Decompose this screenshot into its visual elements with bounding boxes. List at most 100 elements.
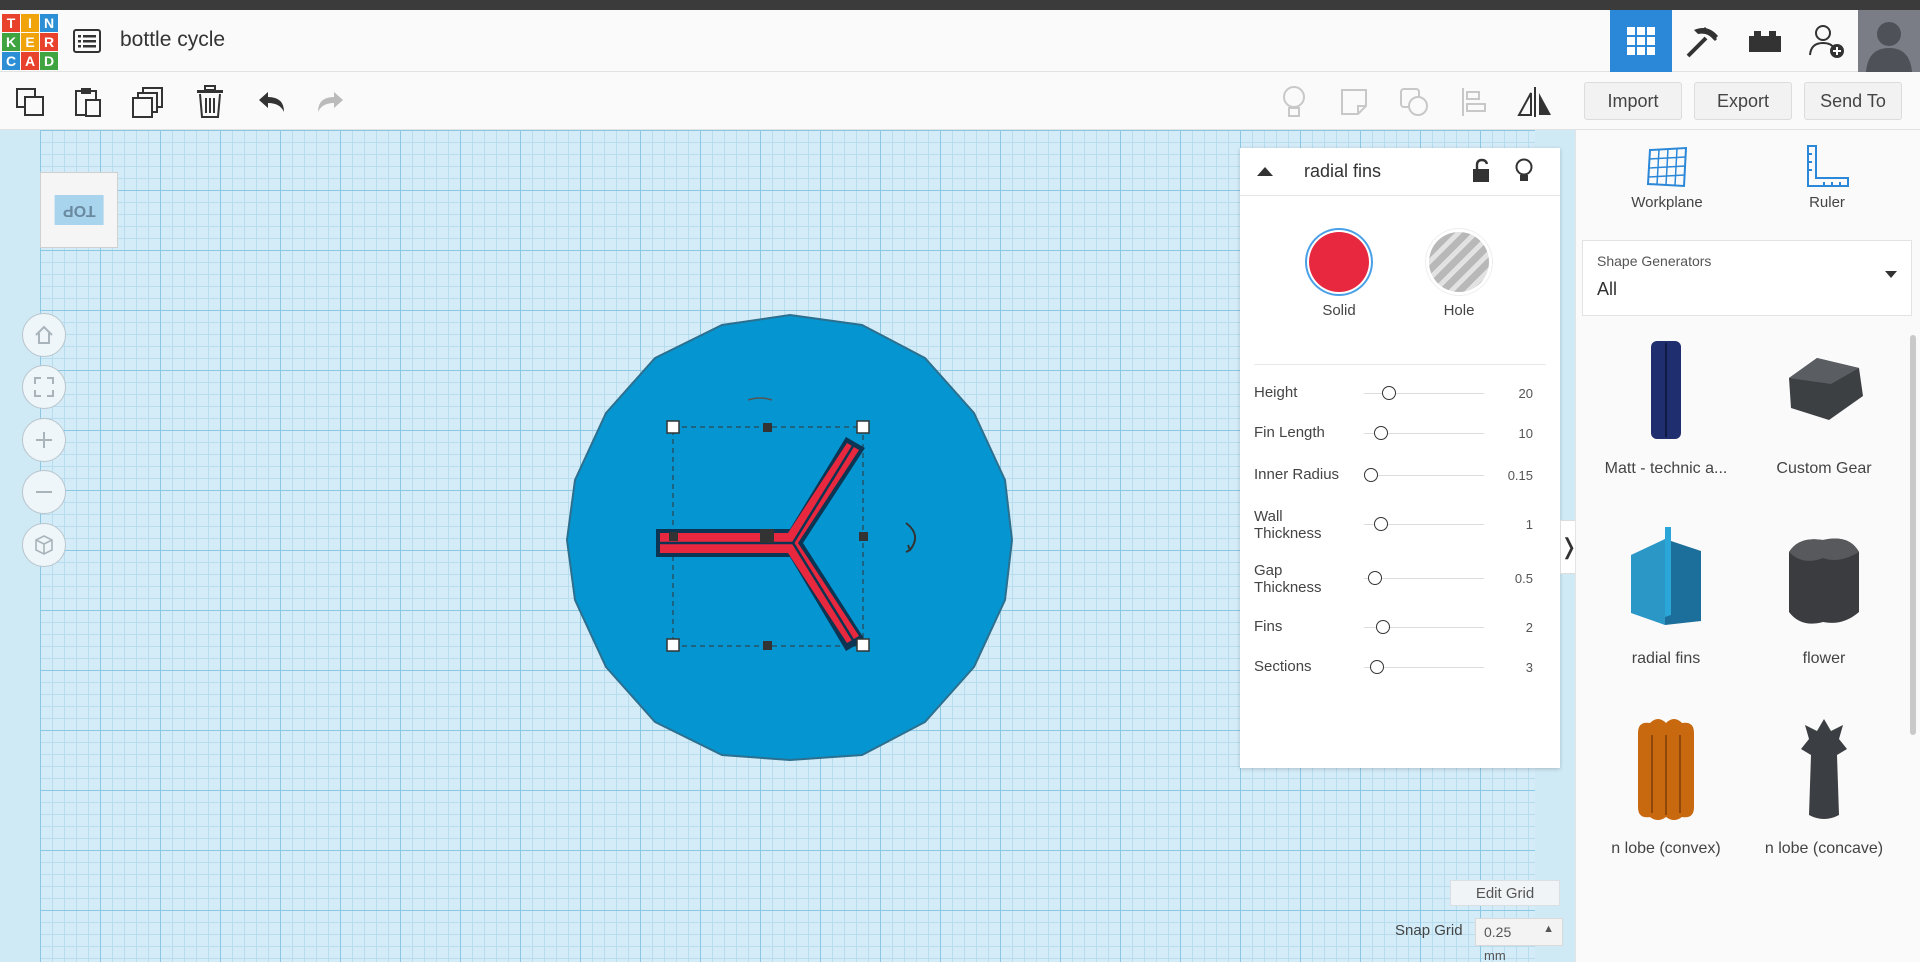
- shape-thumbnail[interactable]: [1586, 520, 1746, 640]
- shape-label: radial fins: [1631, 650, 1701, 667]
- param-label: Sections: [1254, 658, 1312, 675]
- copy-icon[interactable]: [10, 82, 50, 122]
- param-value[interactable]: 0.15: [1508, 468, 1533, 483]
- duplicate-icon[interactable]: [128, 82, 168, 122]
- param-label: Fins: [1254, 618, 1283, 635]
- mirror-icon[interactable]: [1515, 82, 1555, 122]
- param-label: Fin Length: [1254, 424, 1325, 441]
- param-label: Inner Radius: [1254, 466, 1340, 483]
- logo-letter: T: [2, 14, 20, 32]
- shape-label: Matt - technic a...: [1604, 460, 1728, 477]
- edit-toolbar: Import Export Send To: [0, 72, 1920, 130]
- shape-thumbnail[interactable]: [1744, 330, 1904, 450]
- shape-label: n lobe (convex): [1611, 840, 1721, 857]
- shape-name[interactable]: radial fins: [1304, 161, 1381, 182]
- param-value[interactable]: 10: [1519, 426, 1533, 441]
- shape-thumbnail[interactable]: [1586, 710, 1746, 830]
- param-label: Gap Thickness: [1254, 562, 1322, 596]
- group-icon[interactable]: [1394, 82, 1434, 122]
- grid-view-icon[interactable]: [1610, 10, 1672, 72]
- solid-option[interactable]: Solid: [1294, 232, 1384, 319]
- workplane-label: Workplane: [1631, 194, 1703, 211]
- shape-generators-value: All: [1597, 279, 1618, 299]
- title-bar: TIN KER CAD bottle cycle: [0, 10, 1920, 72]
- shape-card[interactable]: n lobe (concave): [1744, 710, 1904, 858]
- shape-label: flower: [1802, 650, 1846, 667]
- shape-generators-select[interactable]: Shape Generators All: [1582, 240, 1912, 316]
- hole-option[interactable]: Hole: [1414, 232, 1504, 319]
- param-value[interactable]: 20: [1519, 386, 1533, 401]
- shape-label: Custom Gear: [1776, 460, 1872, 477]
- paste-icon[interactable]: [68, 82, 108, 122]
- param-label: Wall Thickness: [1254, 508, 1322, 542]
- visibility-bulb-icon[interactable]: [1514, 158, 1534, 189]
- snap-grid-label: Snap Grid: [1395, 922, 1463, 939]
- param-slider-knob[interactable]: [1374, 517, 1388, 531]
- param-slider-track[interactable]: [1364, 578, 1484, 579]
- snap-caret-icon: ▲: [1543, 923, 1554, 935]
- shape-card[interactable]: Matt - technic a...: [1586, 330, 1746, 478]
- solid-color-swatch[interactable]: [1309, 232, 1369, 292]
- align-icon[interactable]: [1454, 82, 1494, 122]
- inspector-divider: [1254, 364, 1546, 365]
- collapse-inspector-icon[interactable]: [1254, 162, 1276, 185]
- hole-swatch[interactable]: [1429, 232, 1489, 292]
- param-slider-knob[interactable]: [1368, 571, 1382, 585]
- shape-thumbnail[interactable]: [1744, 710, 1904, 830]
- param-value[interactable]: 0.5: [1515, 571, 1533, 586]
- shape-card[interactable]: flower: [1744, 520, 1904, 668]
- workplane-icon: [1646, 146, 1688, 188]
- shape-inspector: radial fins Solid Hole Height 20 Fin Lengt…: [1240, 148, 1560, 768]
- design-list-icon[interactable]: [72, 28, 104, 56]
- shape-label: n lobe (concave): [1764, 840, 1884, 857]
- shape-card[interactable]: n lobe (convex): [1586, 710, 1746, 858]
- note-icon[interactable]: [1334, 82, 1374, 122]
- shape-card[interactable]: radial fins: [1586, 520, 1746, 668]
- import-button[interactable]: Import: [1584, 82, 1682, 120]
- ruler-tool[interactable]: Ruler: [1772, 144, 1882, 211]
- top-navigation: [1610, 10, 1920, 72]
- param-slider-track[interactable]: [1364, 475, 1484, 476]
- build-pickaxe-icon[interactable]: [1672, 10, 1734, 72]
- export-button[interactable]: Export: [1694, 82, 1792, 120]
- snap-grid-value: 0.25: [1484, 924, 1512, 940]
- shape-card[interactable]: Custom Gear: [1744, 330, 1904, 478]
- snap-grid-select[interactable]: 0.25 ▲: [1475, 918, 1563, 946]
- shape-thumbnail[interactable]: [1586, 330, 1746, 450]
- logo-letter: C: [2, 52, 20, 70]
- document-title[interactable]: bottle cycle: [120, 28, 225, 52]
- param-value[interactable]: 2: [1526, 620, 1533, 635]
- ruler-icon: [1807, 145, 1849, 187]
- dropdown-arrow-icon: [1885, 271, 1897, 278]
- logo-letter: A: [21, 52, 39, 70]
- bricks-icon[interactable]: [1734, 10, 1796, 72]
- shape-thumbnail[interactable]: [1744, 520, 1904, 640]
- user-avatar[interactable]: [1858, 10, 1920, 72]
- sidebar-scrollbar[interactable]: [1910, 335, 1916, 735]
- logo-letter: N: [40, 14, 58, 32]
- param-value[interactable]: 1: [1526, 517, 1533, 532]
- param-slider-knob[interactable]: [1382, 386, 1396, 400]
- solid-label: Solid: [1322, 302, 1356, 319]
- param-slider-knob[interactable]: [1370, 660, 1384, 674]
- send-to-button[interactable]: Send To: [1804, 82, 1902, 120]
- edit-grid-button[interactable]: Edit Grid: [1450, 880, 1560, 906]
- redo-icon[interactable]: [310, 82, 350, 122]
- logo-letter: D: [40, 52, 58, 70]
- workplane-tool[interactable]: Workplane: [1612, 144, 1722, 211]
- shapes-sidebar: Workplane Ruler Shape Generators All Mat…: [1575, 130, 1920, 962]
- param-slider-knob[interactable]: [1374, 426, 1388, 440]
- logo-letter: I: [21, 14, 39, 32]
- undo-icon[interactable]: [252, 82, 292, 122]
- ruler-label: Ruler: [1809, 194, 1845, 211]
- light-bulb-icon[interactable]: [1274, 82, 1314, 122]
- shape-generators-title: Shape Generators: [1597, 253, 1712, 269]
- lock-icon[interactable]: [1470, 158, 1492, 189]
- param-value[interactable]: 3: [1526, 660, 1533, 675]
- param-slider-knob[interactable]: [1364, 468, 1378, 482]
- logo-letter: K: [2, 33, 20, 51]
- tinkercad-logo[interactable]: TIN KER CAD: [2, 14, 58, 70]
- delete-icon[interactable]: [190, 82, 230, 122]
- add-user-icon[interactable]: [1796, 10, 1858, 72]
- param-slider-knob[interactable]: [1376, 620, 1390, 634]
